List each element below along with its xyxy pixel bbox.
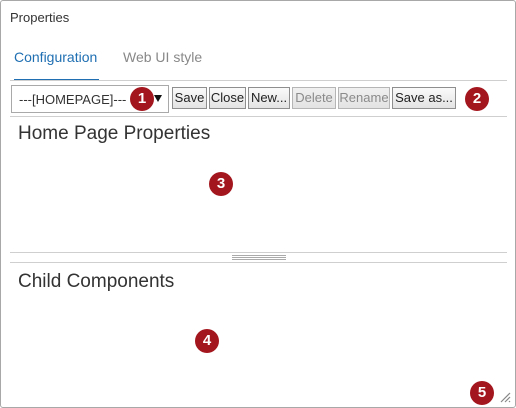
properties-dialog: Properties Configuration Web UI style --… [0, 0, 516, 408]
resize-handle-icon[interactable] [499, 391, 511, 403]
home-page-properties-title: Home Page Properties [18, 123, 211, 144]
callout-badge-1: 1 [130, 87, 154, 111]
toolbar-divider [10, 116, 507, 117]
splitter-grip-icon [232, 255, 286, 260]
tab-web-ui-style[interactable]: Web UI style [123, 49, 202, 79]
toolbar: ---[HOMEPAGE]--- Save Close New... Delet… [10, 81, 507, 115]
close-button[interactable]: Close [209, 87, 246, 109]
callout-badge-4: 4 [195, 329, 219, 353]
save-as-button[interactable]: Save as... [392, 87, 456, 109]
callout-badge-5: 5 [470, 381, 494, 405]
dropdown-arrow-icon [154, 95, 162, 102]
callout-badge-2: 2 [465, 87, 489, 111]
new-button[interactable]: New... [248, 87, 290, 109]
tab-configuration[interactable]: Configuration [14, 49, 99, 81]
callout-badge-3: 3 [209, 172, 233, 196]
save-button[interactable]: Save [172, 87, 207, 109]
child-components-title: Child Components [18, 271, 175, 292]
rename-button[interactable]: Rename [338, 87, 390, 109]
page-select-value: ---[HOMEPAGE]--- [19, 92, 127, 107]
panel-splitter[interactable] [10, 252, 507, 263]
delete-button[interactable]: Delete [292, 87, 336, 109]
dialog-title: Properties [10, 10, 70, 25]
